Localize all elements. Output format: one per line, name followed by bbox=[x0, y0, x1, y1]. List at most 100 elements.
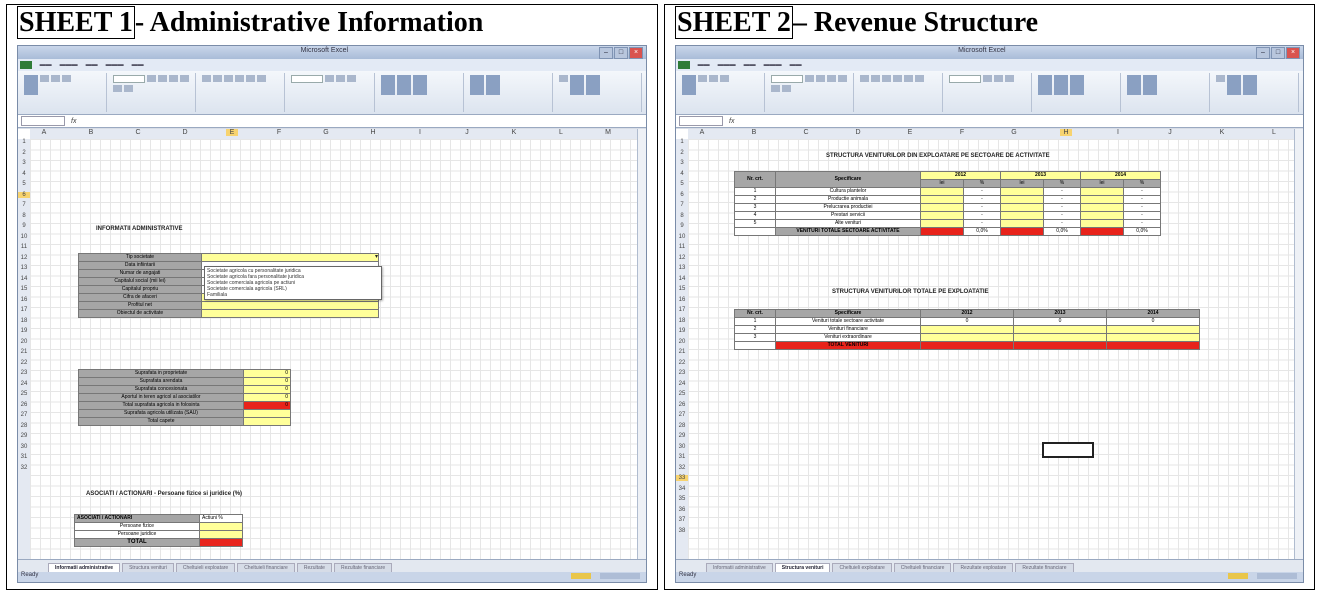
row-header[interactable]: 1 bbox=[676, 139, 688, 145]
selected-cell[interactable] bbox=[1042, 442, 1094, 458]
ribbon-tab[interactable]: ▬▬ bbox=[790, 62, 802, 68]
zoom-slider[interactable] bbox=[1257, 573, 1297, 579]
sheet-tab[interactable]: Structura venituri bbox=[122, 563, 174, 572]
dropdown-option[interactable]: Familiala bbox=[207, 292, 379, 298]
row-header[interactable]: 31 bbox=[18, 454, 30, 460]
row-header[interactable]: 15 bbox=[18, 286, 30, 292]
row-header[interactable]: 24 bbox=[676, 381, 688, 387]
alignment-group[interactable] bbox=[200, 73, 286, 112]
row-header[interactable]: 1 bbox=[18, 139, 30, 145]
row-header[interactable]: 17 bbox=[676, 307, 688, 313]
land-value[interactable]: 0 bbox=[243, 393, 291, 402]
row-header[interactable]: 14 bbox=[18, 276, 30, 282]
ribbon-tab[interactable]: ▬▬▬ bbox=[60, 62, 78, 68]
row-header[interactable]: 4 bbox=[18, 171, 30, 177]
row-header[interactable]: 15 bbox=[676, 286, 688, 292]
row-header[interactable]: 26 bbox=[676, 402, 688, 408]
row-header[interactable]: 12 bbox=[18, 255, 30, 261]
number-group[interactable] bbox=[289, 73, 375, 112]
admin-value[interactable] bbox=[201, 253, 379, 262]
column-header[interactable]: L bbox=[555, 129, 567, 136]
row-header[interactable]: 20 bbox=[676, 339, 688, 345]
sheet-tab[interactable]: Cheltuieli exploatare bbox=[175, 563, 236, 572]
lei-input[interactable] bbox=[920, 203, 964, 212]
row-header[interactable]: 6 bbox=[18, 191, 30, 198]
land-value[interactable] bbox=[243, 409, 291, 418]
ribbon-tab[interactable]: ▬▬ bbox=[698, 62, 710, 68]
row-header[interactable]: 2 bbox=[18, 150, 30, 156]
row-header[interactable]: 10 bbox=[676, 234, 688, 240]
cells-group[interactable] bbox=[1125, 73, 1210, 112]
styles-group[interactable] bbox=[379, 73, 464, 112]
font-group[interactable] bbox=[111, 73, 197, 112]
year-value[interactable] bbox=[1013, 333, 1107, 342]
sheet-tab[interactable]: Cheltuieli financiare bbox=[893, 563, 952, 572]
column-header[interactable]: A bbox=[696, 129, 708, 136]
row-header[interactable]: 26 bbox=[18, 402, 30, 408]
row-header[interactable]: 33 bbox=[676, 475, 688, 481]
column-header[interactable]: K bbox=[508, 129, 520, 136]
row-header[interactable]: 7 bbox=[18, 202, 30, 208]
row-header[interactable]: 3 bbox=[676, 160, 688, 166]
styles-group[interactable] bbox=[1036, 73, 1121, 112]
row-header[interactable]: 21 bbox=[18, 349, 30, 355]
land-value[interactable]: 0 bbox=[243, 369, 291, 378]
row-header[interactable]: 12 bbox=[676, 255, 688, 261]
row-header[interactable]: 19 bbox=[676, 328, 688, 334]
ribbon-tab[interactable]: ▬▬▬ bbox=[718, 62, 736, 68]
minimize-icon[interactable]: – bbox=[1256, 47, 1270, 59]
admin-value[interactable] bbox=[201, 309, 379, 318]
lei-input[interactable] bbox=[920, 211, 964, 220]
worksheet[interactable]: ABCDEFGHIJKL 1 2 3 4 5 6 7 8 9 10 11 12 13 14 15 16 17 18… bbox=[676, 129, 1303, 560]
maximize-icon[interactable]: □ bbox=[1271, 47, 1285, 59]
chevron-down-icon[interactable]: ▾ bbox=[375, 253, 378, 260]
row-header[interactable]: 32 bbox=[18, 465, 30, 471]
row-header[interactable]: 22 bbox=[676, 360, 688, 366]
column-header[interactable]: F bbox=[273, 129, 285, 136]
row-header[interactable]: 25 bbox=[676, 391, 688, 397]
lei-input[interactable] bbox=[920, 187, 964, 196]
row-header[interactable]: 18 bbox=[18, 318, 30, 324]
lei-input[interactable] bbox=[1000, 203, 1044, 212]
clipboard-group[interactable] bbox=[680, 73, 765, 112]
row-header[interactable]: 29 bbox=[18, 433, 30, 439]
row-header[interactable]: 35 bbox=[676, 496, 688, 502]
name-box[interactable] bbox=[679, 116, 723, 126]
cells-group[interactable] bbox=[468, 73, 553, 112]
lei-input[interactable] bbox=[920, 195, 964, 204]
row-header[interactable]: 3 bbox=[18, 160, 30, 166]
row-header[interactable]: 24 bbox=[18, 381, 30, 387]
row-header[interactable]: 5 bbox=[676, 181, 688, 187]
row-header[interactable]: 6 bbox=[676, 192, 688, 198]
sheet-tab[interactable]: Structura venituri bbox=[774, 563, 831, 572]
sheet-tab[interactable]: Rezultate bbox=[296, 563, 332, 572]
column-header[interactable]: A bbox=[38, 129, 50, 136]
row-header[interactable]: 8 bbox=[676, 213, 688, 219]
lei-input[interactable] bbox=[1080, 195, 1124, 204]
row-header[interactable]: 22 bbox=[18, 360, 30, 366]
column-header[interactable]: J bbox=[1164, 129, 1176, 136]
row-header[interactable]: 2 bbox=[676, 150, 688, 156]
column-header[interactable]: J bbox=[461, 129, 473, 136]
ribbon-tab[interactable]: ▬▬ bbox=[132, 62, 144, 68]
sheet-tab[interactable]: Cheltuieli financiare bbox=[237, 563, 295, 572]
lei-input[interactable] bbox=[1080, 211, 1124, 220]
lei-input[interactable] bbox=[1000, 219, 1044, 228]
lei-input[interactable] bbox=[1080, 219, 1124, 228]
column-header[interactable]: M bbox=[602, 129, 614, 136]
column-header[interactable]: L bbox=[1268, 129, 1280, 136]
row-header[interactable]: 7 bbox=[676, 202, 688, 208]
close-icon[interactable]: × bbox=[1286, 47, 1300, 59]
column-header[interactable]: D bbox=[852, 129, 864, 136]
ribbon-tab[interactable]: ▬▬ bbox=[86, 62, 98, 68]
column-header[interactable]: G bbox=[320, 129, 332, 136]
row-header[interactable]: 37 bbox=[676, 517, 688, 523]
row-header[interactable]: 20 bbox=[18, 339, 30, 345]
row-header[interactable]: 4 bbox=[676, 171, 688, 177]
row-header[interactable]: 25 bbox=[18, 391, 30, 397]
row-header[interactable]: 16 bbox=[18, 297, 30, 303]
column-header[interactable]: B bbox=[748, 129, 760, 136]
lei-input[interactable] bbox=[1000, 187, 1044, 196]
vertical-scrollbar[interactable] bbox=[1294, 129, 1303, 560]
editing-group[interactable] bbox=[1214, 73, 1299, 112]
